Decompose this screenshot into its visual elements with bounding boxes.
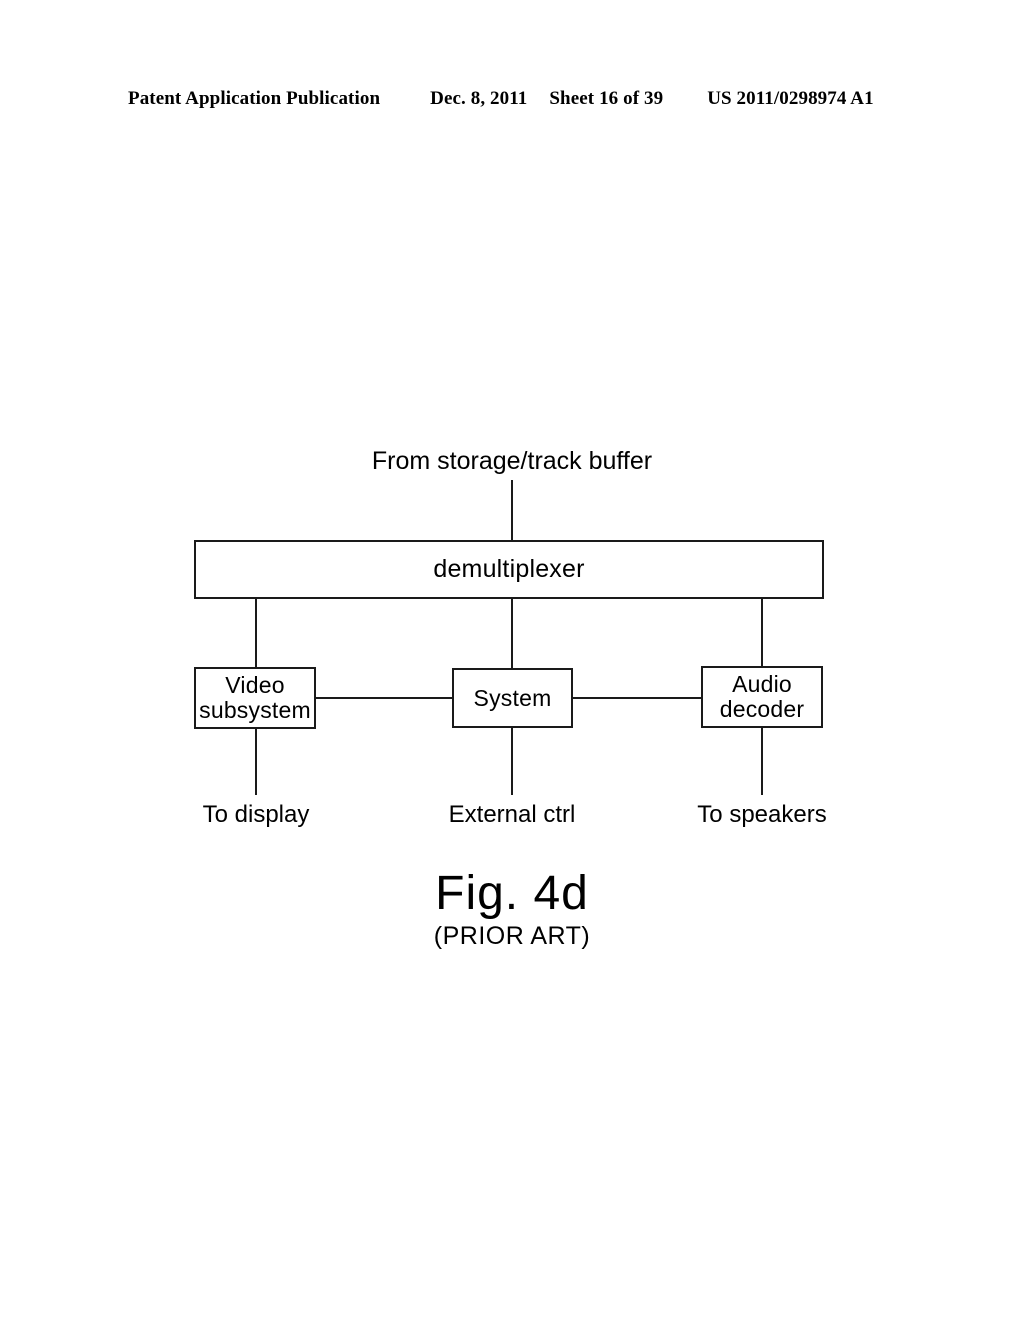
connector-video-subsystem-to-display bbox=[255, 729, 257, 795]
connector-video-subsystem-to-system bbox=[316, 697, 452, 699]
block-audio-decoder-label-line2: decoder bbox=[719, 696, 805, 722]
connector-source-to-demultiplexer bbox=[511, 480, 513, 541]
block-audio-decoder-label-line1: Audio bbox=[732, 671, 792, 698]
connector-system-to-external-ctrl bbox=[511, 728, 513, 795]
block-video-subsystem-label-line2: subsystem bbox=[199, 697, 311, 723]
output-label-external-ctrl: External ctrl bbox=[448, 801, 576, 828]
block-video-subsystem-label-line1: Video bbox=[225, 672, 285, 699]
figure-subtitle-prior-art: (PRIOR ART) bbox=[433, 922, 591, 950]
figure-4d-diagram: From storage/track buffer demultiplexer … bbox=[0, 0, 1024, 1320]
connector-demultiplexer-to-video-subsystem bbox=[255, 598, 257, 668]
block-system-label: System bbox=[473, 684, 552, 711]
connector-demultiplexer-to-system bbox=[511, 598, 513, 668]
block-system: System bbox=[452, 668, 573, 728]
connector-demultiplexer-to-audio-decoder bbox=[761, 598, 763, 667]
connector-audio-decoder-to-speakers bbox=[761, 728, 763, 795]
block-demultiplexer-label: demultiplexer bbox=[433, 555, 585, 583]
block-video-subsystem: Video subsystem bbox=[194, 667, 316, 729]
block-audio-decoder: Audio decoder bbox=[701, 666, 823, 728]
output-label-speakers: To speakers bbox=[697, 801, 827, 828]
figure-title: Fig. 4d bbox=[435, 867, 589, 920]
output-label-display: To display bbox=[202, 801, 310, 828]
block-demultiplexer: demultiplexer bbox=[194, 540, 824, 599]
connector-system-to-audio-decoder bbox=[573, 697, 701, 699]
source-input-label: From storage/track buffer bbox=[371, 447, 653, 475]
